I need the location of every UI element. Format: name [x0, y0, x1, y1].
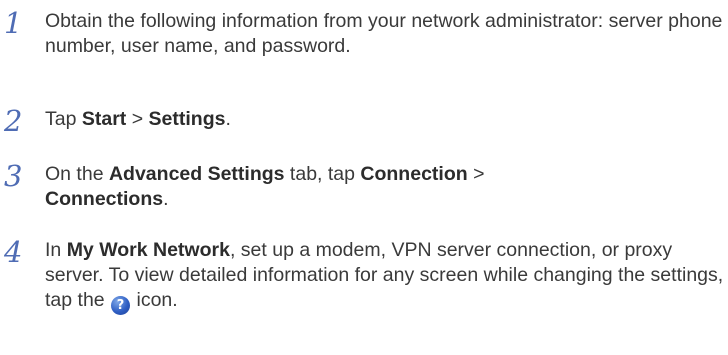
text-run: In [45, 239, 67, 261]
text-run: tab, tap [284, 163, 361, 185]
help-icon: ? [111, 296, 131, 315]
step-number: 4 [4, 235, 23, 269]
text-run: > [467, 163, 485, 185]
ui-term-settings: Settings [148, 108, 226, 130]
step-number: 2 [4, 104, 23, 138]
ui-term-start: Start [81, 108, 127, 130]
text-run: Tap [45, 108, 82, 130]
text-run: . [225, 108, 231, 130]
text-run: > [126, 108, 149, 130]
step-number: 1 [4, 6, 23, 40]
ui-term-my-work-network: My Work Network [66, 239, 230, 261]
step-text: On the Advanced Settings tab, tap Connec… [45, 162, 725, 212]
step-text: Tap Start > Settings. [45, 107, 725, 132]
ui-term-advanced-settings: Advanced Settings [108, 163, 285, 185]
text-run: icon. [131, 289, 178, 311]
step-number: 3 [4, 159, 23, 193]
ui-term-connection: Connection [360, 163, 468, 185]
text-run: . [163, 188, 169, 210]
ui-term-connections: Connections [45, 188, 164, 210]
step-text: Obtain the following information from yo… [45, 9, 725, 59]
step-text: In My Work Network, set up a modem, VPN … [45, 238, 725, 315]
step-text-content: Obtain the following information from yo… [45, 10, 723, 57]
text-run: On the [45, 163, 109, 185]
